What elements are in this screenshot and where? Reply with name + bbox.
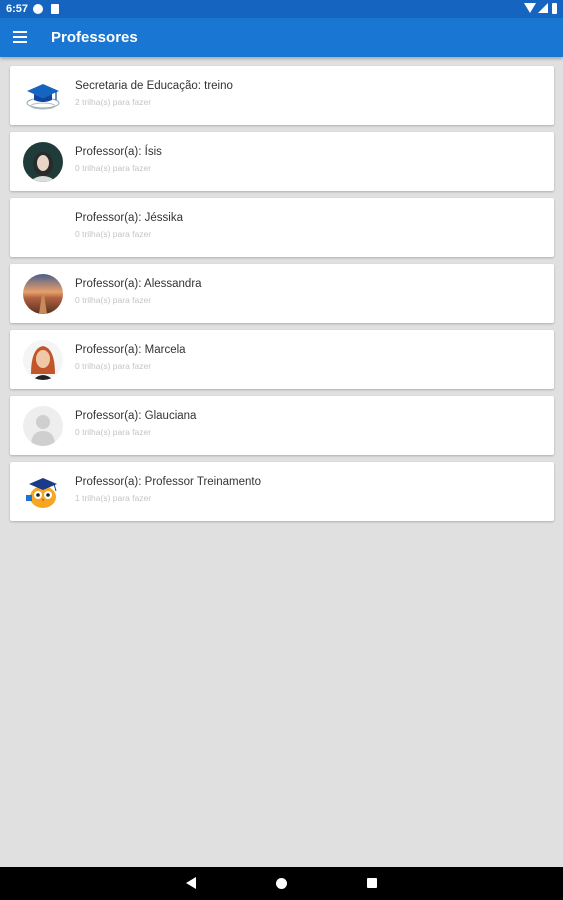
list-item[interactable]: Professor(a): Alessandra 0 trilha(s) par… bbox=[10, 264, 554, 323]
pending-trails: 2 trilha(s) para fazer bbox=[75, 97, 152, 107]
teacher-name: Professor(a): Alessandra bbox=[75, 278, 202, 290]
home-icon[interactable] bbox=[276, 878, 287, 889]
teacher-name: Professor(a): Ísis bbox=[75, 146, 162, 158]
document-icon bbox=[51, 4, 59, 14]
clock: 6:57 bbox=[6, 3, 29, 15]
list-item[interactable]: Professor(a): Professor Treinamento 1 tr… bbox=[10, 462, 554, 521]
pending-trails: 0 trilha(s) para fazer bbox=[75, 361, 152, 371]
menu-icon[interactable] bbox=[13, 31, 27, 43]
pending-trails: 0 trilha(s) para fazer bbox=[75, 229, 152, 239]
avatar bbox=[23, 208, 63, 248]
back-icon[interactable] bbox=[186, 877, 196, 889]
teacher-name: Professor(a): Professor Treinamento bbox=[75, 476, 261, 488]
status-bar: 6:57 bbox=[0, 0, 563, 18]
teacher-list: Secretaria de Educação: treino 2 trilha(… bbox=[10, 66, 554, 528]
pending-trails: 1 trilha(s) para fazer bbox=[75, 493, 152, 503]
avatar bbox=[23, 274, 63, 314]
pending-trails: 0 trilha(s) para fazer bbox=[75, 295, 152, 305]
avatar bbox=[23, 340, 63, 380]
avatar bbox=[23, 142, 63, 182]
list-item[interactable]: Secretaria de Educação: treino 2 trilha(… bbox=[10, 66, 554, 125]
recents-icon[interactable] bbox=[367, 878, 377, 888]
graduation-cap-logo-icon bbox=[23, 76, 63, 116]
navigation-bar bbox=[0, 867, 563, 900]
teacher-name: Professor(a): Marcela bbox=[75, 344, 186, 356]
list-item[interactable]: Professor(a): Ísis 0 trilha(s) para faze… bbox=[10, 132, 554, 191]
default-user-icon bbox=[23, 406, 63, 446]
p-badge-icon bbox=[33, 4, 43, 14]
teacher-name: Secretaria de Educação: treino bbox=[75, 80, 233, 92]
battery-icon bbox=[552, 3, 557, 14]
pending-trails: 0 trilha(s) para fazer bbox=[75, 163, 152, 173]
list-item[interactable]: Professor(a): Jéssika 0 trilha(s) para f… bbox=[10, 198, 554, 257]
signal-icon bbox=[538, 3, 548, 13]
teacher-name: Professor(a): Jéssika bbox=[75, 212, 184, 224]
app-bar: Professores bbox=[0, 18, 563, 57]
page-title: Professores bbox=[51, 29, 138, 46]
list-item[interactable]: Professor(a): Marcela 0 trilha(s) para f… bbox=[10, 330, 554, 389]
owl-mascot-icon bbox=[23, 472, 63, 512]
list-item[interactable]: Professor(a): Glauciana 0 trilha(s) para… bbox=[10, 396, 554, 455]
pending-trails: 0 trilha(s) para fazer bbox=[75, 427, 152, 437]
teacher-name: Professor(a): Glauciana bbox=[75, 410, 197, 422]
wifi-icon bbox=[524, 3, 536, 13]
